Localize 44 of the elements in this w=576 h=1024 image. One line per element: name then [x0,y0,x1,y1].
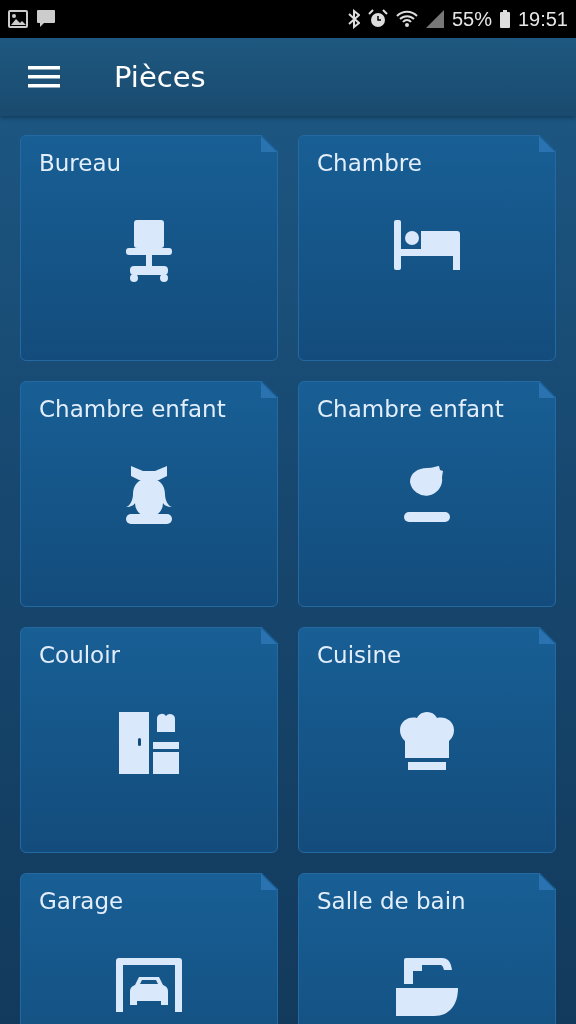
room-card[interactable]: Couloir [20,627,278,853]
signal-icon [425,10,444,28]
bathtub-icon [396,958,458,1016]
office-chair-icon [126,220,172,282]
room-name: Salle de bain [317,888,467,914]
wifi-icon [395,10,418,28]
corner-fold [261,628,277,644]
room-card[interactable]: Chambre enfant [20,381,278,607]
menu-button[interactable] [28,65,60,89]
garage-car-icon [116,958,182,1012]
clock-time: 19:51 [517,7,568,31]
boy-icon [404,466,450,522]
room-name: Chambre [317,150,423,176]
room-name: Garage [39,888,125,914]
girl-icon [125,466,173,524]
page-title: Pièces [114,60,206,94]
corner-fold [261,874,277,890]
room-name: Chambre enfant [39,396,227,422]
room-name: Cuisine [317,642,403,668]
room-card[interactable]: Salle de bain [298,873,556,1024]
message-icon [36,9,56,29]
corner-fold [539,874,555,890]
room-name: Chambre enfant [317,396,505,422]
battery-icon [499,10,510,28]
corner-fold [539,382,555,398]
bluetooth-icon [347,9,360,29]
corner-fold [539,628,555,644]
alarm-clock-icon [367,9,388,29]
corner-fold [261,136,277,152]
room-name: Couloir [39,642,122,668]
corner-fold [261,382,277,398]
room-card[interactable]: Chambre [298,135,556,361]
image-icon [8,10,28,28]
room-card[interactable]: Bureau [20,135,278,361]
battery-percent: 55% [451,7,492,31]
menu-icon [28,65,60,89]
corner-fold [539,136,555,152]
room-card[interactable]: Cuisine [298,627,556,853]
room-card[interactable]: Garage [20,873,278,1024]
kitchen-icon [119,712,179,774]
bed-icon [394,220,460,270]
room-name: Bureau [39,150,123,176]
room-card[interactable]: Chambre enfant [298,381,556,607]
chef-hat-icon [400,712,454,770]
